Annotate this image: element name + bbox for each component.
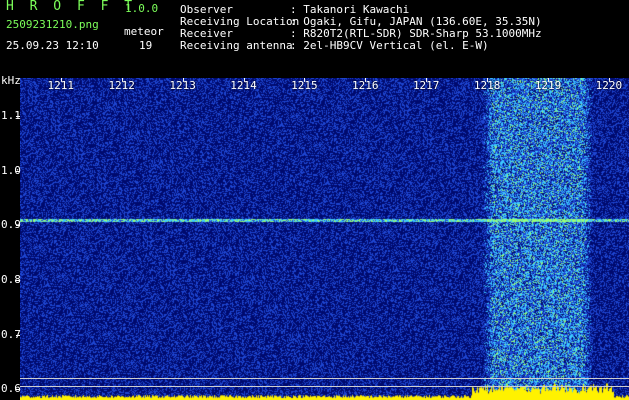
spectrogram-canvas [20,78,629,400]
station-info-labels: Observer Receiving Location Receiver Rec… [180,4,299,52]
app-title: H R O F F T [6,0,137,14]
minute-axis: 1211 1212 1213 1214 1215 1216 1217 1218 1219 1220 [20,78,629,92]
freq-tick-label: 0.6 [1,382,21,396]
file-name: 2509231210.png [6,18,99,31]
minute-tick-label: 1220 [595,79,623,92]
minute-tick-label: 1212 [108,79,135,92]
station-info-values: : Takanori Kawachi : Ogaki, Gifu, JAPAN … [290,4,542,52]
hrofft-window: H R O F F T 1.0.0 2509231210.png 25.09.2… [0,0,629,400]
event-count: 19 [139,39,153,52]
minute-tick-label: 1219 [534,79,562,92]
minute-tick-label: 1218 [473,79,501,92]
minute-tick-label: 1215 [291,79,318,92]
spectrogram [20,78,629,400]
frequency-guide-line [20,378,629,380]
freq-tick-label: 1.1 [1,109,21,123]
antenna-value: : 2el-HB9CV Vertical (el. E-W) [290,39,489,52]
event-label: meteor [124,25,164,38]
minute-tick-label: 1211 [47,79,75,92]
date-time: 25.09.23 12:10 [6,39,99,52]
antenna-label: Receiving antenna [180,39,293,52]
freq-tick-label: 1.0 [1,163,21,177]
app-version: 1.0.0 [125,2,159,15]
freq-tick-label: 0.8 [1,272,21,286]
freq-tick-label: 0.9 [1,218,21,232]
minute-tick-label: 1213 [169,79,196,92]
frequency-guide-line [20,386,629,388]
minute-tick-label: 1217 [412,79,440,92]
freq-tick-label: 0.7 [1,327,21,341]
minute-tick-label: 1216 [352,79,379,92]
freq-unit-label: kHz [1,74,21,87]
minute-tick-label: 1214 [230,79,257,92]
